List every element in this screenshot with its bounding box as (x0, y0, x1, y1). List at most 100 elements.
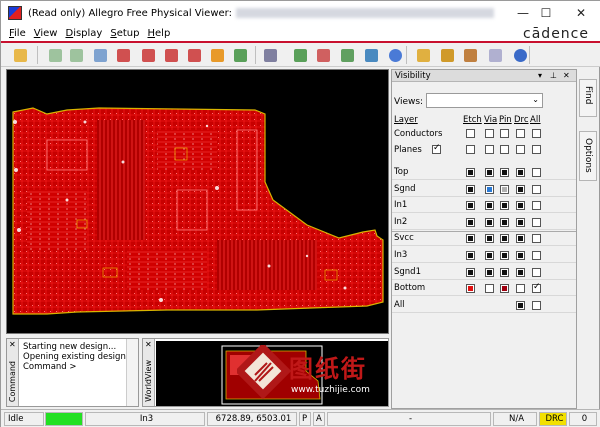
col-header-via[interactable]: Via (484, 115, 497, 125)
layers-button[interactable] (291, 46, 308, 63)
planes-pin-checkbox[interactable] (500, 145, 509, 154)
planes-etch-checkbox[interactable] (466, 145, 475, 154)
col-header-etch[interactable]: Etch (463, 115, 482, 125)
conductors-drc-checkbox[interactable] (516, 129, 525, 138)
zoom-in-button[interactable] (114, 46, 131, 63)
shadow-button[interactable] (338, 46, 355, 63)
layer-top-drc-checkbox[interactable] (516, 168, 525, 177)
close-worldview-icon[interactable]: ✕ (145, 340, 152, 349)
grid-button[interactable] (261, 46, 278, 63)
command-scrollbar[interactable] (126, 339, 138, 406)
layer-bottom-pin-checkbox[interactable] (500, 284, 509, 294)
title-bar[interactable]: (Read only) Allegro Free Physical Viewer… (1, 1, 600, 25)
zoom-previous-button[interactable] (162, 46, 179, 63)
layer-sgnd1-etch-checkbox[interactable] (466, 267, 475, 277)
layer-top-pin-checkbox[interactable] (500, 168, 509, 177)
conductors-etch-checkbox[interactable] (466, 129, 475, 138)
measure-button[interactable] (414, 46, 431, 63)
close-button[interactable]: ✕ (567, 4, 595, 22)
col-header-all[interactable]: All (530, 115, 541, 125)
layer-bottom-drc-checkbox[interactable] (516, 284, 525, 294)
layer-in2-via-checkbox[interactable] (485, 217, 494, 227)
planes-via-checkbox[interactable] (485, 145, 494, 154)
maximize-button[interactable]: ☐ (532, 4, 560, 22)
layer-in3-all-checkbox[interactable] (532, 251, 541, 260)
report-button[interactable] (362, 46, 379, 63)
conductors-pin-checkbox[interactable] (500, 129, 509, 138)
conductors-via-checkbox[interactable] (485, 129, 494, 138)
layer-in1-etch-checkbox[interactable] (466, 201, 475, 211)
worldview-pane-header[interactable]: ✕ WorldView (143, 339, 155, 406)
menu-view[interactable]: View (34, 28, 58, 39)
layer-in2-all-checkbox[interactable] (532, 217, 541, 227)
col-header-drc[interactable]: Drc (514, 115, 529, 125)
layer-svcc-via-checkbox[interactable] (485, 234, 494, 244)
visibility-header[interactable]: Visibility ▾ ⊥ ✕ (392, 70, 576, 82)
layer-in2-drc-checkbox[interactable] (516, 217, 525, 227)
highlight-button[interactable] (486, 46, 503, 63)
layer-sgnd1-via-checkbox[interactable] (485, 267, 494, 277)
layer-in3-etch-checkbox[interactable] (466, 251, 475, 260)
command-output[interactable]: Starting new design... Opening existing … (23, 342, 134, 372)
layer-bottom-etch-checkbox[interactable] (466, 284, 475, 294)
layer-in1-via-checkbox[interactable] (485, 201, 494, 211)
layer-svcc-pin-checkbox[interactable] (500, 234, 509, 244)
layer-sgnd1-pin-checkbox[interactable] (500, 267, 509, 277)
status-a-toggle[interactable]: A (313, 412, 325, 426)
close-panel-icon[interactable]: ✕ (563, 70, 570, 82)
planes-master-checkbox[interactable] (432, 143, 441, 154)
views-dropdown[interactable]: ⌄ (426, 93, 543, 108)
conductors-all-checkbox[interactable] (532, 129, 541, 138)
zoom-fit-button[interactable] (91, 46, 108, 63)
layer-sgnd1-drc-checkbox[interactable] (516, 267, 525, 277)
layer-in2-etch-checkbox[interactable] (466, 217, 475, 227)
layer-sgnd-etch-checkbox[interactable] (466, 184, 475, 194)
help-button[interactable] (511, 46, 528, 63)
status-drc[interactable]: DRC (539, 412, 567, 426)
layer-in3-drc-checkbox[interactable] (516, 251, 525, 260)
layer-bottom-all-checkbox[interactable] (532, 282, 541, 294)
col-header-layer[interactable]: Layer (394, 115, 418, 125)
info-button[interactable] (386, 46, 403, 63)
layer-svcc-etch-checkbox[interactable] (466, 234, 475, 244)
ruler-button[interactable] (438, 46, 455, 63)
grid-view-button[interactable] (46, 46, 63, 63)
layer-top-all-checkbox[interactable] (532, 168, 541, 177)
layer-in3-pin-checkbox[interactable] (500, 251, 509, 260)
layer-sgnd-all-checkbox[interactable] (532, 184, 541, 194)
layer-in1-all-checkbox[interactable] (532, 201, 541, 211)
layer-sgnd-drc-checkbox[interactable] (516, 184, 525, 194)
zoom-world-button[interactable] (185, 46, 202, 63)
grid-view-2-button[interactable] (67, 46, 84, 63)
layer-sgnd1-all-checkbox[interactable] (532, 267, 541, 277)
layer-top-etch-checkbox[interactable] (466, 168, 475, 177)
autohide-icon[interactable]: ⊥ (550, 70, 557, 82)
planes-drc-checkbox[interactable] (516, 145, 525, 154)
layer-bottom-via-checkbox[interactable] (485, 284, 494, 294)
layer-svcc-all-checkbox[interactable] (532, 234, 541, 244)
close-command-pane-icon[interactable]: ✕ (9, 340, 16, 349)
layer-in1-pin-checkbox[interactable] (500, 201, 509, 211)
layer-all-all-checkbox[interactable] (532, 300, 541, 310)
layer-all-drc-checkbox[interactable] (516, 300, 525, 310)
menu-display[interactable]: Display (65, 28, 102, 39)
layer-in3-via-checkbox[interactable] (485, 251, 494, 260)
layer-sgnd-pin-checkbox[interactable] (500, 184, 509, 194)
pin-panel-icon[interactable]: ▾ (538, 70, 542, 82)
layer-svcc-drc-checkbox[interactable] (516, 234, 525, 244)
status-p-toggle[interactable]: P (299, 412, 311, 426)
color-button[interactable] (314, 46, 331, 63)
tab-options[interactable]: Options (579, 131, 597, 181)
col-header-pin[interactable]: Pin (499, 115, 512, 125)
redraw-button[interactable] (208, 46, 225, 63)
menu-help[interactable]: Help (147, 28, 170, 39)
zoom-out-button[interactable] (139, 46, 156, 63)
menu-setup[interactable]: Setup (110, 28, 139, 39)
open-button[interactable] (11, 46, 28, 63)
command-pane-header[interactable]: ✕ Command (7, 339, 19, 406)
brush-button[interactable] (461, 46, 478, 63)
tab-find[interactable]: Find (579, 79, 597, 117)
layer-in2-pin-checkbox[interactable] (500, 217, 509, 227)
layer-top-via-checkbox[interactable] (485, 168, 494, 177)
menu-file[interactable]: File (9, 28, 26, 39)
